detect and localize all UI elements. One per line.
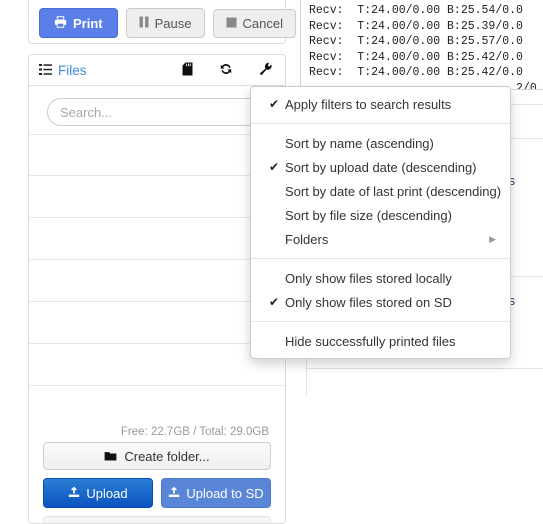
refresh-icon[interactable] xyxy=(219,62,233,78)
menu-separator xyxy=(251,321,510,322)
pause-icon xyxy=(139,16,149,30)
files-panel-title: Files xyxy=(39,63,87,78)
terminal-lines: Recv: T:24.00/0.00 B:25.54/0.0 Recv: T:2… xyxy=(309,4,543,90)
cancel-button-label: Cancel xyxy=(242,15,283,31)
list-item[interactable] xyxy=(29,176,285,218)
list-icon xyxy=(39,63,52,78)
check-icon: ✔ xyxy=(269,160,280,174)
list-item[interactable] xyxy=(29,260,285,302)
search-input[interactable] xyxy=(47,98,275,126)
menu-item[interactable]: Folders ▶ xyxy=(251,227,510,251)
file-list xyxy=(29,134,285,420)
terminal-output-panel: Recv: T:24.00/0.00 B:25.54/0.0 Recv: T:2… xyxy=(300,0,543,90)
menu-item-label: Apply filters to search results xyxy=(285,96,452,112)
menu-item-label: Only show files stored locally xyxy=(285,270,452,286)
upload-to-sd-button[interactable]: Upload to SD xyxy=(161,478,271,508)
files-panel-header: Files xyxy=(29,55,285,86)
list-item[interactable] xyxy=(29,134,285,176)
menu-item[interactable]: ✔ Apply filters to search results xyxy=(251,92,510,116)
files-panel-title-label: Files xyxy=(58,62,87,78)
files-panel-body: Free: 22.7GB / Total: 29.0GB Create fold… xyxy=(29,86,285,523)
print-controls-row: Print Pause Cancel xyxy=(39,8,296,38)
printer-icon xyxy=(54,16,67,30)
upload-button[interactable]: Upload xyxy=(43,478,153,508)
print-button[interactable]: Print xyxy=(39,8,118,38)
create-folder-label: Create folder... xyxy=(124,448,210,464)
print-button-label: Print xyxy=(73,15,103,31)
menu-item[interactable]: ✔ Sort by upload date (descending) xyxy=(251,155,510,179)
upload-progress-bar xyxy=(43,516,271,523)
menu-item-label: Hide successfully printed files xyxy=(285,333,456,349)
print-controls-panel: Print Pause Cancel xyxy=(28,0,296,44)
chevron-right-icon: ▶ xyxy=(489,233,496,244)
menu-item-label: Folders xyxy=(285,231,329,247)
check-icon: ✔ xyxy=(269,97,280,111)
menu-separator xyxy=(251,123,510,124)
menu-item-label: Sort by file size (descending) xyxy=(285,207,452,223)
menu-item[interactable]: Sort by name (ascending) xyxy=(251,131,510,155)
menu-item-label: Sort by date of last print (descending) xyxy=(285,183,502,199)
pause-button[interactable]: Pause xyxy=(125,8,205,38)
menu-item-label: Sort by name (ascending) xyxy=(285,135,434,151)
menu-item[interactable]: Sort by date of last print (descending) xyxy=(251,179,510,203)
search-row xyxy=(29,86,285,126)
right-pane-separator xyxy=(306,368,543,369)
create-folder-button[interactable]: Create folder... xyxy=(43,442,271,470)
stop-icon xyxy=(226,17,237,30)
files-filter-dropdown-menu: ✔ Apply filters to search results Sort by … xyxy=(250,86,511,359)
left-column: Print Pause Cancel Files Search... Free:… xyxy=(0,0,296,524)
menu-item-label: Sort by upload date (descending) xyxy=(285,159,477,175)
cancel-button[interactable]: Cancel xyxy=(212,8,296,38)
menu-item[interactable]: Hide successfully printed files xyxy=(251,329,510,353)
files-panel: Files Search... Free: 22.7GB / Total: 29… xyxy=(28,54,286,524)
sd-card-icon[interactable] xyxy=(182,62,193,78)
menu-item[interactable]: Only show files stored locally xyxy=(251,266,510,290)
check-icon: ✔ xyxy=(269,295,280,309)
upload-button-label: Upload xyxy=(86,485,128,501)
storage-info: Free: 22.7GB / Total: 29.0GB xyxy=(120,426,269,438)
files-panel-header-actions xyxy=(182,62,275,78)
pause-button-label: Pause xyxy=(154,15,192,31)
list-item[interactable] xyxy=(29,218,285,260)
list-item[interactable] xyxy=(29,302,285,344)
upload-button-row: Upload Upload to SD xyxy=(43,478,271,508)
upload-icon xyxy=(168,486,180,500)
wrench-icon[interactable] xyxy=(259,62,273,78)
menu-item[interactable]: Sort by file size (descending) xyxy=(251,203,510,227)
upload-to-sd-button-label: Upload to SD xyxy=(186,485,264,501)
folder-icon xyxy=(104,450,117,463)
menu-item-label: Only show files stored on SD xyxy=(285,294,452,310)
upload-icon xyxy=(68,486,80,500)
menu-separator xyxy=(251,258,510,259)
list-item[interactable] xyxy=(29,344,285,386)
menu-item[interactable]: ✔ Only show files stored on SD xyxy=(251,290,510,314)
files-panel-footer: Free: 22.7GB / Total: 29.0GB Create fold… xyxy=(29,420,285,523)
